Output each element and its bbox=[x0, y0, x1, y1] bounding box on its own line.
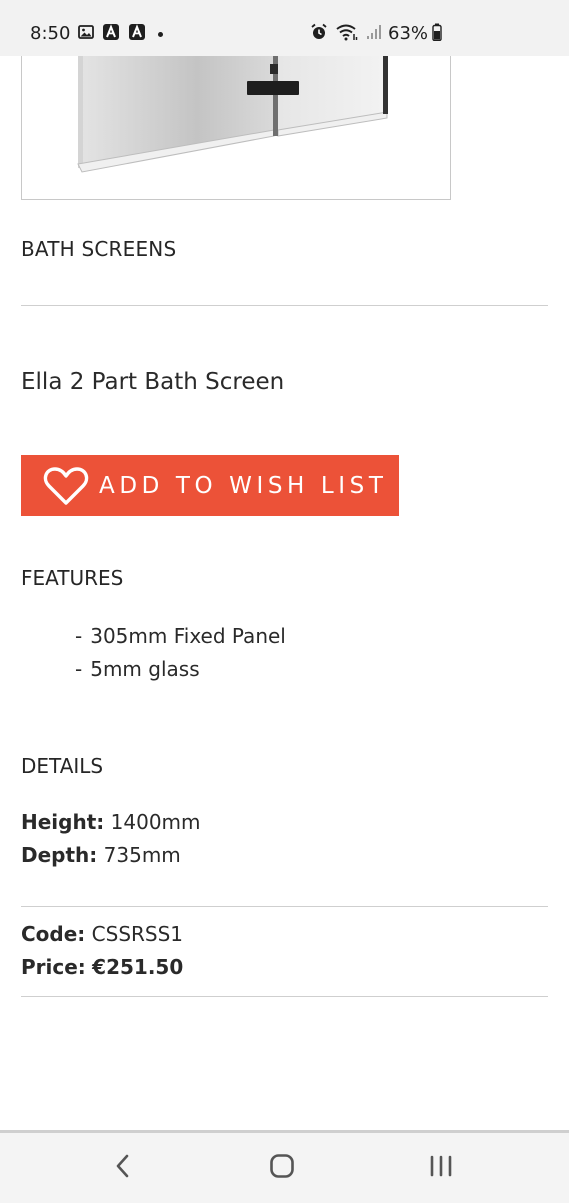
battery-icon bbox=[432, 23, 442, 45]
heart-icon bbox=[43, 466, 89, 506]
home-icon bbox=[269, 1153, 295, 1183]
code-value: CSSRSS1 bbox=[91, 922, 184, 946]
signal-icon bbox=[366, 24, 382, 44]
back-button[interactable] bbox=[83, 1133, 163, 1203]
code-label: Code: bbox=[21, 922, 86, 946]
height-value: 1400mm bbox=[110, 810, 201, 834]
navigation-bar bbox=[0, 1130, 569, 1203]
price-label: Price: bbox=[21, 955, 86, 979]
alarm-icon bbox=[310, 23, 328, 45]
battery-percentage: 63% bbox=[388, 23, 429, 44]
status-bar: 8:50 63% bbox=[0, 0, 569, 56]
back-icon bbox=[113, 1153, 133, 1183]
status-right: 63% bbox=[302, 22, 442, 46]
home-button[interactable] bbox=[242, 1133, 322, 1203]
height-row: Height: 1400mm bbox=[21, 806, 201, 839]
height-label: Height: bbox=[21, 810, 105, 834]
status-time: 8:50 bbox=[30, 23, 71, 44]
dot-icon bbox=[158, 31, 164, 37]
recents-icon bbox=[428, 1154, 454, 1182]
app-icon bbox=[128, 23, 146, 45]
divider bbox=[21, 996, 548, 997]
depth-row: Depth: 735mm bbox=[21, 839, 181, 872]
app-icon bbox=[102, 23, 120, 45]
depth-label: Depth: bbox=[21, 843, 98, 867]
details-heading: DETAILS bbox=[21, 754, 104, 778]
feature-text: 305mm Fixed Panel bbox=[90, 624, 286, 648]
depth-value: 735mm bbox=[103, 843, 181, 867]
wifi-icon bbox=[336, 23, 358, 45]
status-left: 8:50 bbox=[30, 22, 164, 46]
list-item: -305mm Fixed Panel bbox=[75, 624, 286, 648]
features-heading: FEATURES bbox=[21, 566, 124, 590]
wishlist-label: ADD TO WISH LIST bbox=[99, 472, 388, 499]
image-icon bbox=[78, 24, 95, 44]
product-image bbox=[21, 56, 451, 200]
feature-text: 5mm glass bbox=[90, 657, 200, 681]
product-title: Ella 2 Part Bath Screen bbox=[21, 369, 285, 395]
list-item: -5mm glass bbox=[75, 657, 200, 681]
code-row: Code: CSSRSS1 bbox=[21, 918, 183, 951]
price-value: €251.50 bbox=[92, 955, 184, 979]
bath-screen-illustration bbox=[77, 56, 388, 173]
divider bbox=[21, 906, 548, 907]
product-category: BATH SCREENS bbox=[21, 237, 177, 261]
price-row: Price: €251.50 bbox=[21, 951, 183, 984]
divider bbox=[21, 305, 548, 306]
recents-button[interactable] bbox=[401, 1133, 481, 1203]
features-list: -305mm Fixed Panel -5mm glass bbox=[75, 620, 286, 686]
add-to-wishlist-button[interactable]: ADD TO WISH LIST bbox=[21, 455, 399, 516]
